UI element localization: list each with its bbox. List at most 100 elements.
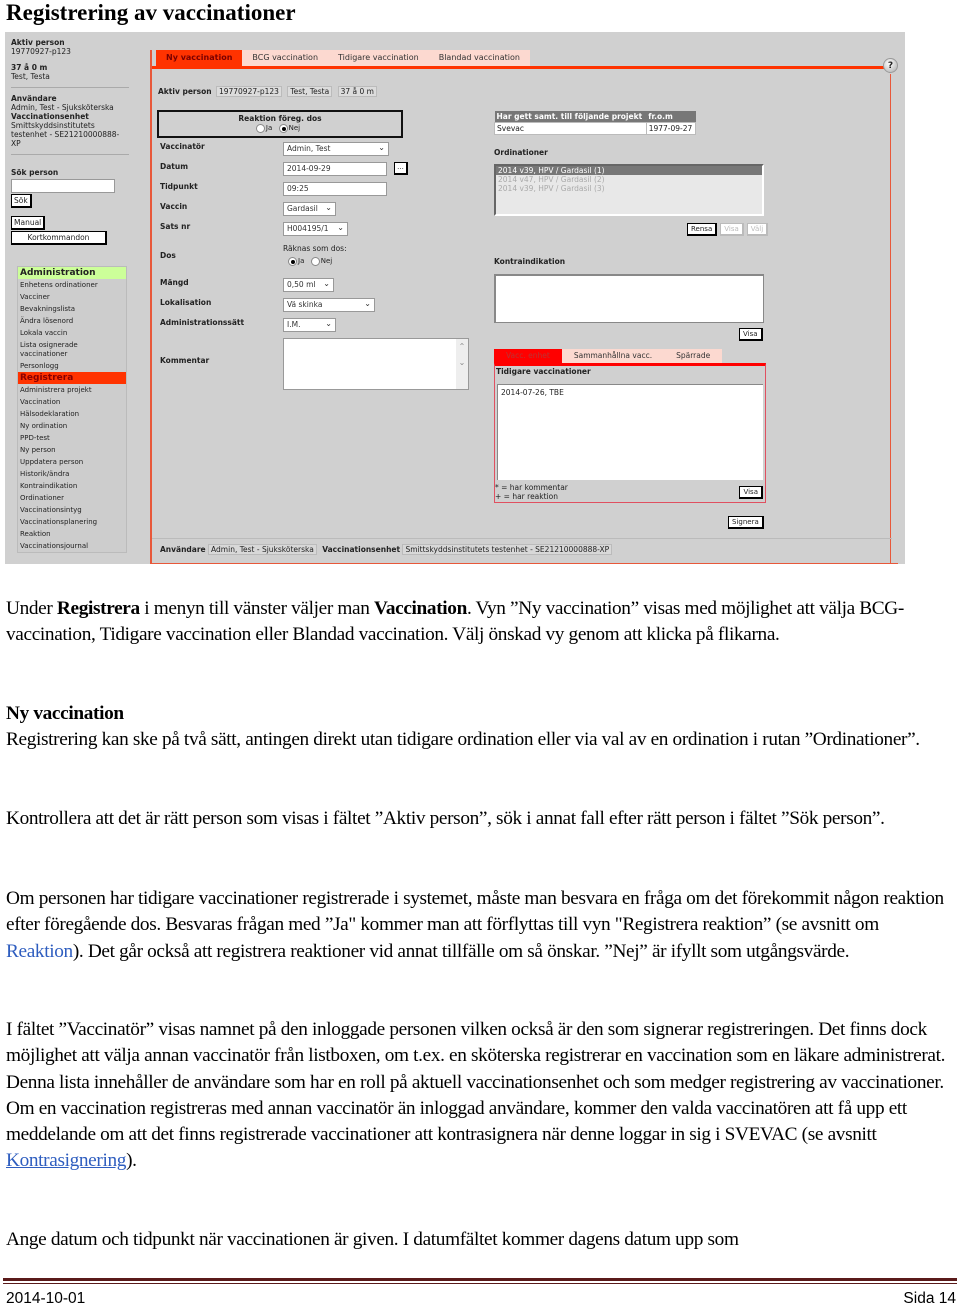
reaction-nej-radio[interactable] <box>278 123 288 133</box>
menu-item[interactable]: Vaccinationsjournal <box>18 540 126 552</box>
help-icon[interactable]: ? <box>883 58 898 73</box>
history-tabs: Vacc. enhet Sammanhållna vacc. Spärrade <box>494 349 723 363</box>
chevron-down-icon: ⌄ <box>378 143 385 152</box>
tab-tidigare-vaccination[interactable]: Tidigare vaccination <box>328 50 429 66</box>
tab-underline <box>152 66 887 69</box>
visa-button[interactable]: Visa <box>720 223 744 236</box>
bold-vaccination: Vaccination <box>374 598 467 619</box>
signera-button[interactable]: Signera <box>728 516 764 529</box>
chevron-down-icon: ⌄ <box>325 203 332 212</box>
vaccinator-select[interactable]: Admin, Test ⌄ <box>283 142 389 156</box>
kontra-visa-button[interactable]: Visa <box>739 328 763 341</box>
user-label: Användare <box>11 94 57 103</box>
rensa-button[interactable]: Rensa <box>687 223 718 236</box>
adm-select[interactable]: I.M. ⌄ <box>283 318 336 332</box>
tab-sammanhallna-vacc[interactable]: Sammanhållna vacc. <box>561 349 665 363</box>
sats-value: H004195/1 <box>287 224 329 233</box>
paragraph-intro: Under Registrera i menyn till vänster vä… <box>6 596 956 649</box>
tidpunkt-input[interactable]: 09:25 <box>283 182 387 196</box>
lokalisation-select[interactable]: Vä skinka ⌄ <box>283 298 375 312</box>
list-item[interactable]: 2014 v39, HPV / Gardasil (1) <box>496 166 762 175</box>
menu-item[interactable]: Ordinationer <box>18 492 126 504</box>
previous-visa-button[interactable]: Visa <box>739 486 763 499</box>
search-button[interactable]: Sök <box>11 194 32 208</box>
menu-item[interactable]: Ändra lösenord <box>18 315 126 327</box>
tab-bcg-vaccination[interactable]: BCG vaccination <box>242 50 329 66</box>
menu-item[interactable]: Hälsodeklaration <box>18 408 126 420</box>
ordinationer-label: Ordinationer <box>494 148 548 157</box>
unit-value-3: XP <box>11 139 21 148</box>
dos-nej-radio[interactable] <box>310 256 320 266</box>
table-header: Har gett samt. till följande projekt fr.… <box>494 111 696 123</box>
legend-reaction: + = har reaktion <box>495 492 558 501</box>
dos-ja-radio[interactable] <box>288 256 297 266</box>
scrollbar[interactable]: ⌃ ⌄ <box>456 339 468 389</box>
previous-vaccinations-list[interactable]: 2014-07-26, TBE <box>497 384 763 480</box>
tab-sparrade[interactable]: Spärrade <box>664 349 723 363</box>
tab-ny-vaccination[interactable]: Ny vaccination <box>156 50 243 66</box>
adm-label: Administrationssätt <box>160 318 245 327</box>
aktiv-person-label: Aktiv person <box>11 38 65 47</box>
footer-unit-value: Smittskyddsinstitutets testenhet - SE212… <box>402 544 613 555</box>
sidebar: Aktiv person 19770927-p123 37 å 0 m Test… <box>11 38 136 245</box>
menu-item[interactable]: Vaccination <box>18 396 126 408</box>
vaccin-value: Gardasil <box>287 204 318 213</box>
chevron-down-icon: ⌄ <box>337 223 344 232</box>
menu-item[interactable]: Historik/ändra <box>18 468 126 480</box>
menu-item[interactable]: Lista osignerade vaccinationer <box>18 339 126 360</box>
menu-item[interactable]: Personlogg <box>18 360 126 372</box>
menu-item[interactable]: Ny person <box>18 444 126 456</box>
sats-select[interactable]: H004195/1 ⌄ <box>283 222 348 236</box>
menu-item[interactable]: Ny ordination <box>18 420 126 432</box>
menu-header-registrera[interactable]: Registrera <box>18 372 126 384</box>
side-menu: Administration Enhetens ordinationer Vacc… <box>17 266 127 553</box>
legend-comment: * = har kommentar <box>495 483 568 492</box>
menu-item[interactable]: Vacciner <box>18 291 126 303</box>
datum-input[interactable]: 2014-09-29 <box>283 162 387 176</box>
vaccinator-value: Admin, Test <box>287 144 331 153</box>
shortcuts-button[interactable]: Kortkommandon <box>11 231 107 245</box>
menu-item[interactable]: Enhetens ordinationer <box>18 279 126 291</box>
menu-item[interactable]: Administrera projekt <box>18 384 126 396</box>
menu-item[interactable]: Lokala vaccin <box>18 327 126 339</box>
footer-rule <box>3 1278 957 1284</box>
menu-item[interactable]: Reaktion <box>18 528 126 540</box>
text: Om personen har tidigare vaccinationer r… <box>6 888 944 936</box>
date-picker-button[interactable]: ... <box>394 162 408 175</box>
kommentar-label: Kommentar <box>160 356 210 365</box>
dos-label: Dos <box>160 251 176 260</box>
reaction-ja-radio[interactable] <box>255 123 265 133</box>
list-item[interactable]: 2014-07-26, TBE <box>501 388 760 397</box>
reaction-nej-label: Nej <box>288 124 301 132</box>
chevron-down-icon: ⌄ <box>364 299 371 308</box>
adm-value: I.M. <box>287 320 301 329</box>
kommentar-textarea[interactable]: ⌃ ⌄ <box>283 338 469 390</box>
kontraindikation-list[interactable] <box>494 274 764 323</box>
valj-button[interactable]: Välj <box>746 223 769 236</box>
menu-item[interactable]: Uppdatera person <box>18 456 126 468</box>
search-person-input[interactable] <box>11 179 115 193</box>
tidpunkt-label: Tidpunkt <box>160 182 198 191</box>
document-title: Registrering av vaccinationer <box>6 0 296 25</box>
paragraph-reaktion: Om personen har tidigare vaccinationer r… <box>6 886 956 965</box>
menu-item[interactable]: Vaccinationsintyg <box>18 504 126 516</box>
tab-vacc-enhet[interactable]: Vacc. enhet <box>494 349 562 363</box>
person-name: Test, Testa <box>11 72 50 81</box>
mangd-select[interactable]: 0,50 ml ⌄ <box>283 278 334 292</box>
tab-blandad-vaccination[interactable]: Blandad vaccination <box>428 50 530 66</box>
list-item[interactable]: 2014 v47, HPV / Gardasil (2) <box>496 175 762 184</box>
list-item[interactable]: 2014 v39, HPV / Gardasil (3) <box>496 184 762 193</box>
project-from: 1977-09-27 <box>645 122 697 135</box>
menu-item[interactable]: PPD-test <box>18 432 126 444</box>
menu-header-administration[interactable]: Administration <box>18 267 126 279</box>
ordinationer-list[interactable]: 2014 v39, HPV / Gardasil (1) 2014 v47, HP… <box>494 164 764 216</box>
menu-item[interactable]: Vaccinationsplanering <box>18 516 126 528</box>
link-reaktion[interactable]: Reaktion <box>6 941 73 962</box>
menu-item[interactable]: Kontraindikation <box>18 480 126 492</box>
aktiv-person-name: Test, Testa <box>287 86 333 97</box>
link-kontrasignering[interactable]: Kontrasignering <box>6 1150 126 1171</box>
menu-item[interactable]: Bevakningslista <box>18 303 126 315</box>
project-header: Har gett samt. till följande projekt <box>494 111 647 123</box>
manual-button[interactable]: Manual <box>11 216 46 230</box>
vaccin-select[interactable]: Gardasil ⌄ <box>283 202 336 216</box>
